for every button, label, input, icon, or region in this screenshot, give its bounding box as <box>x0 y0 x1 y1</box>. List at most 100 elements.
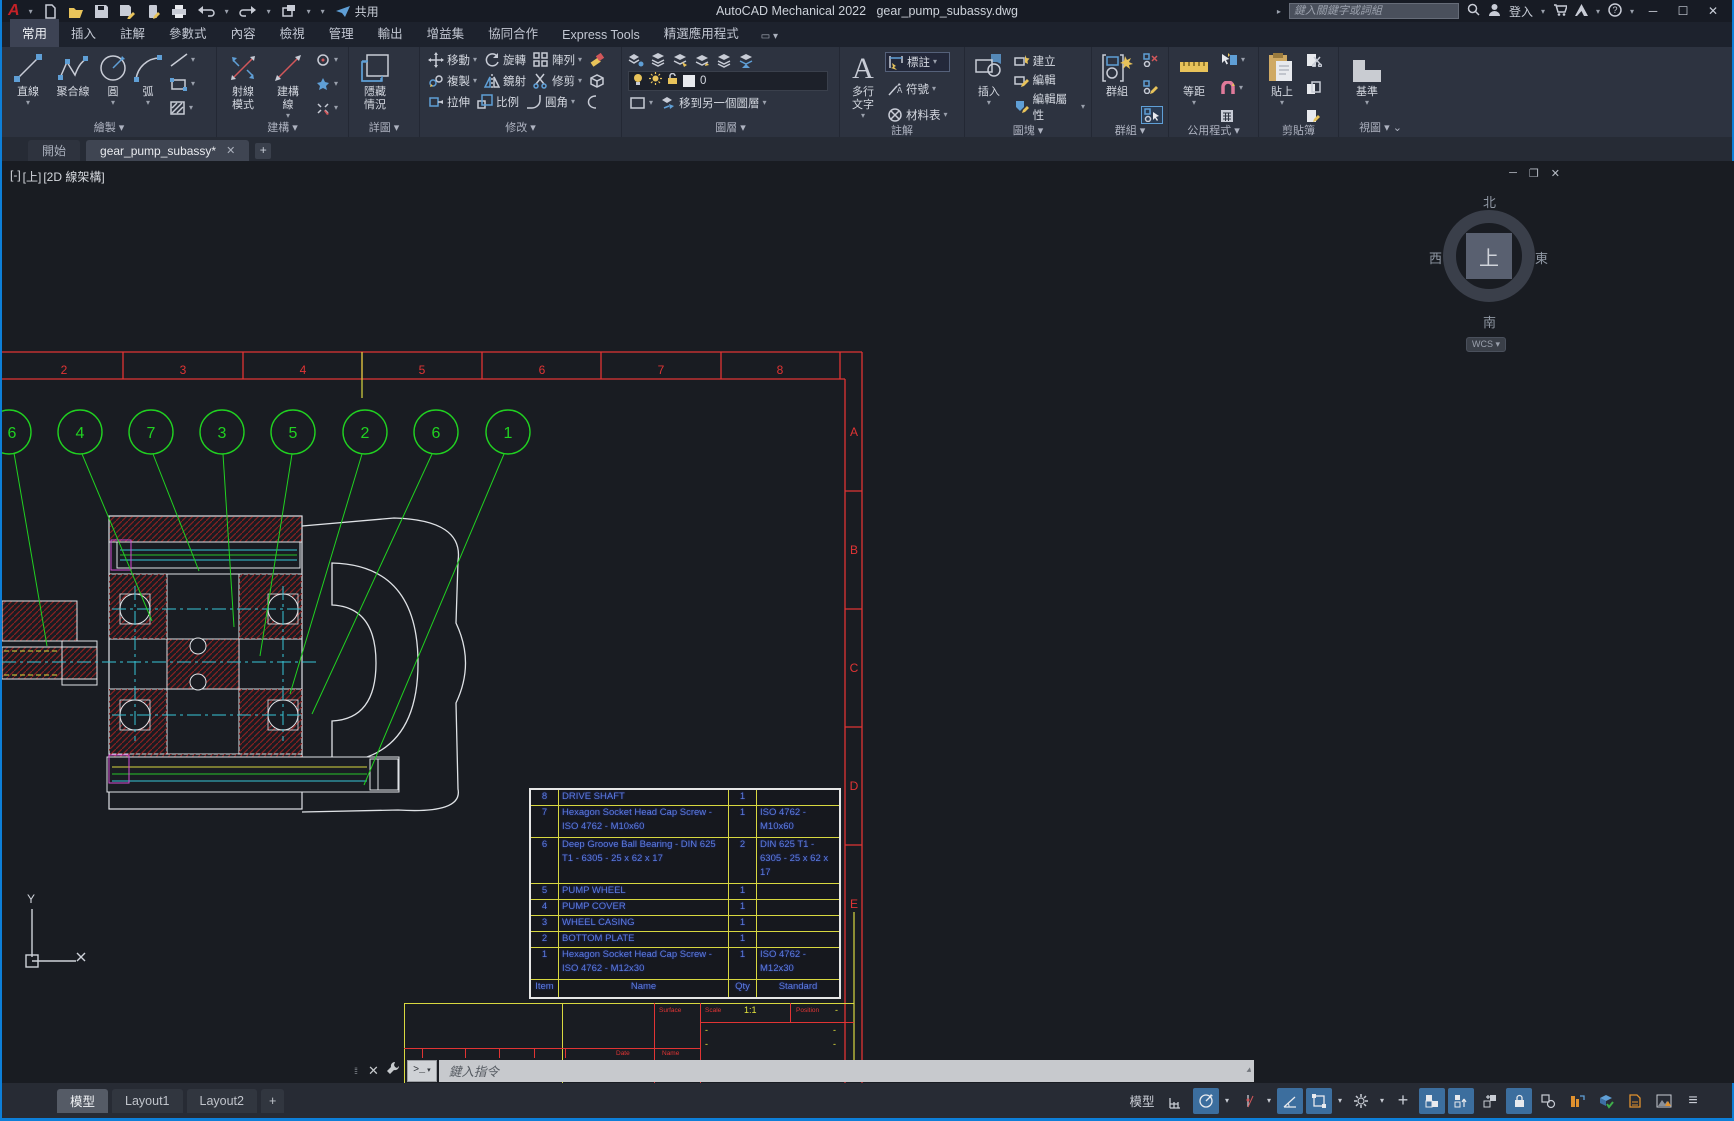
layer-off-bulb-icon[interactable] <box>632 72 644 90</box>
ungroup-button[interactable] <box>1141 52 1163 68</box>
ribbon-tab-annotate[interactable]: 註解 <box>108 19 157 47</box>
layout-tab-model[interactable]: 模型 <box>57 1089 108 1113</box>
annotation-autoscale-icon[interactable] <box>1593 1088 1619 1114</box>
3d-object-snap-icon[interactable] <box>1448 1088 1474 1114</box>
layer-thaw-sun-icon[interactable] <box>649 72 662 90</box>
viewcube-south-label[interactable]: 南 <box>1483 312 1496 331</box>
new-file-button[interactable] <box>43 4 58 19</box>
polyline-button[interactable]: 聚合線 <box>53 50 93 99</box>
panel-label-layers[interactable]: 圖層 ▾ <box>622 121 839 137</box>
cut-clip-icon[interactable] <box>1304 52 1324 68</box>
redo-dropdown-icon[interactable]: ▾ <box>267 7 271 16</box>
ribbon-tab-home[interactable]: 常用 <box>10 19 59 47</box>
layer-freeze-icon[interactable] <box>694 52 710 68</box>
centerline-tool-icon[interactable]: ▾ <box>313 52 340 68</box>
layout-tab-layout2[interactable]: Layout2 <box>187 1089 257 1113</box>
osnap-dropdown-icon[interactable]: ▾ <box>1335 1088 1345 1114</box>
ribbon-display-toggle[interactable]: ▭ ▾ <box>761 31 778 47</box>
dimension-button[interactable]: 標註▾ <box>885 52 950 72</box>
viewcube-north-label[interactable]: 北 <box>1483 192 1496 211</box>
redo-button[interactable] <box>239 5 257 17</box>
quick-select-button[interactable]: ▾ <box>1218 52 1247 68</box>
circle-button[interactable]: 圓▾ <box>98 50 128 107</box>
symbol-button[interactable]: A符號▾ <box>885 80 950 98</box>
hatch-tool-icon[interactable]: ▾ <box>168 100 197 116</box>
undo-button[interactable] <box>197 5 215 17</box>
search-input[interactable] <box>1289 3 1459 19</box>
panel-label-block[interactable]: 圖塊 ▾ <box>965 124 1091 138</box>
annotation-scale-icon[interactable] <box>1622 1088 1648 1114</box>
base-view-button[interactable]: 基準▾ <box>1345 50 1389 107</box>
polar-dropdown-icon[interactable]: ▾ <box>1264 1088 1274 1114</box>
app-menu-chevron-icon[interactable]: ▾ <box>29 7 33 16</box>
mirror-button[interactable]: 鏡射 <box>482 72 528 90</box>
move-button[interactable]: 移動▾ <box>426 51 479 69</box>
customization-gear-icon[interactable] <box>1348 1088 1374 1114</box>
viewport-view-control[interactable]: [上] <box>23 168 42 185</box>
doc-close-button[interactable]: ✕ <box>1551 167 1560 180</box>
blend-button[interactable] <box>580 93 600 111</box>
group-button[interactable]: 群組 <box>1098 50 1136 99</box>
ribbon-tab-addins[interactable]: 增益集 <box>415 19 477 47</box>
array-button[interactable]: 陣列▾ <box>531 51 584 69</box>
point-delete-tool-icon[interactable]: ▾ <box>313 100 340 116</box>
fillet-button[interactable]: 圓角▾ <box>524 93 577 111</box>
command-history-scroll-icon[interactable]: ▴ <box>1246 1064 1251 1075</box>
group-selection-toggle-button[interactable] <box>1141 106 1163 124</box>
line-button[interactable]: 直線▾ <box>8 50 48 107</box>
hidden-situation-button[interactable]: 隱藏 情況 <box>355 50 395 112</box>
share-button[interactable]: 共用 <box>335 3 379 20</box>
graphics-performance-icon[interactable] <box>1651 1088 1677 1114</box>
explode-button[interactable] <box>587 72 607 90</box>
file-tab-close-icon[interactable]: ✕ <box>226 144 235 157</box>
rotate-button[interactable]: 旋轉 <box>482 51 528 69</box>
wcs-menu[interactable]: WCS ▾ <box>1466 337 1506 352</box>
layer-unlock-icon[interactable] <box>667 72 678 90</box>
copy-button[interactable]: 複製▾ <box>426 72 479 90</box>
ribbon-tab-express-tools[interactable]: Express Tools <box>550 24 652 47</box>
scale-button[interactable]: 比例 <box>475 93 521 111</box>
command-bar-close-icon[interactable]: ✕ <box>368 1063 379 1079</box>
viewcube-east-label[interactable]: 東 <box>1535 248 1548 267</box>
grid-display-icon[interactable] <box>1164 1088 1190 1114</box>
ray-mode-button[interactable]: 射線 模式 <box>223 50 263 112</box>
open-file-button[interactable] <box>68 4 84 19</box>
autocad-logo[interactable]: A <box>8 2 19 20</box>
layer-lock-icon[interactable] <box>716 52 732 68</box>
new-layout-button[interactable]: + <box>261 1089 284 1113</box>
bom-button[interactable]: 材料表▾ <box>885 106 950 124</box>
paste-special-icon[interactable] <box>1304 108 1324 124</box>
selection-cycling-icon[interactable] <box>1419 1088 1445 1114</box>
help-dropdown-icon[interactable]: ▾ <box>1630 7 1634 16</box>
ribbon-tab-parametric[interactable]: 參數式 <box>157 19 219 47</box>
object-snap-icon[interactable] <box>1306 1088 1332 1114</box>
customization-menu-icon[interactable]: ≡ <box>1680 1088 1706 1114</box>
panel-label-view[interactable]: 視圖 ▾ ⌄ <box>1339 121 1422 137</box>
ribbon-tab-output[interactable]: 輸出 <box>366 19 415 47</box>
layer-combo[interactable]: 0 <box>628 71 828 91</box>
offset-button[interactable]: 等距▾ <box>1175 50 1213 107</box>
viewcube-west-label[interactable]: 西 <box>1429 248 1442 267</box>
quick-calculator-icon[interactable] <box>1218 108 1247 124</box>
snap-dropdown-icon[interactable]: ▾ <box>1222 1088 1232 1114</box>
ribbon-tab-collaborate[interactable]: 協同合作 <box>476 19 550 47</box>
isolate-objects-icon[interactable] <box>1535 1088 1561 1114</box>
command-bar-customize-wrench-icon[interactable] <box>386 1061 400 1080</box>
viewport-control-menu[interactable]: [-] <box>10 168 21 185</box>
signin-label[interactable]: 登入 <box>1509 3 1533 20</box>
ribbon-tab-insert[interactable]: 插入 <box>59 19 108 47</box>
layer-isolate-icon[interactable] <box>672 52 688 68</box>
insert-block-button[interactable]: 插入▾ <box>971 50 1007 107</box>
save-button[interactable] <box>94 4 109 19</box>
copy-clip-icon[interactable] <box>1304 80 1324 96</box>
arc-button[interactable]: 弧▾ <box>133 50 163 107</box>
print-button[interactable] <box>171 4 187 19</box>
app-store-cart-icon[interactable] <box>1553 3 1567 19</box>
snap-mode-icon[interactable] <box>1193 1088 1219 1114</box>
minimize-button[interactable]: ─ <box>1642 4 1664 18</box>
layer-color-swatch[interactable] <box>683 75 695 87</box>
viewcube[interactable]: 北 南 西 東 上 <box>1439 196 1539 328</box>
annotation-visibility-icon[interactable] <box>1564 1088 1590 1114</box>
command-input[interactable]: 鍵入指令 ▴ <box>439 1060 1254 1082</box>
ribbon-tab-view[interactable]: 檢視 <box>268 19 317 47</box>
